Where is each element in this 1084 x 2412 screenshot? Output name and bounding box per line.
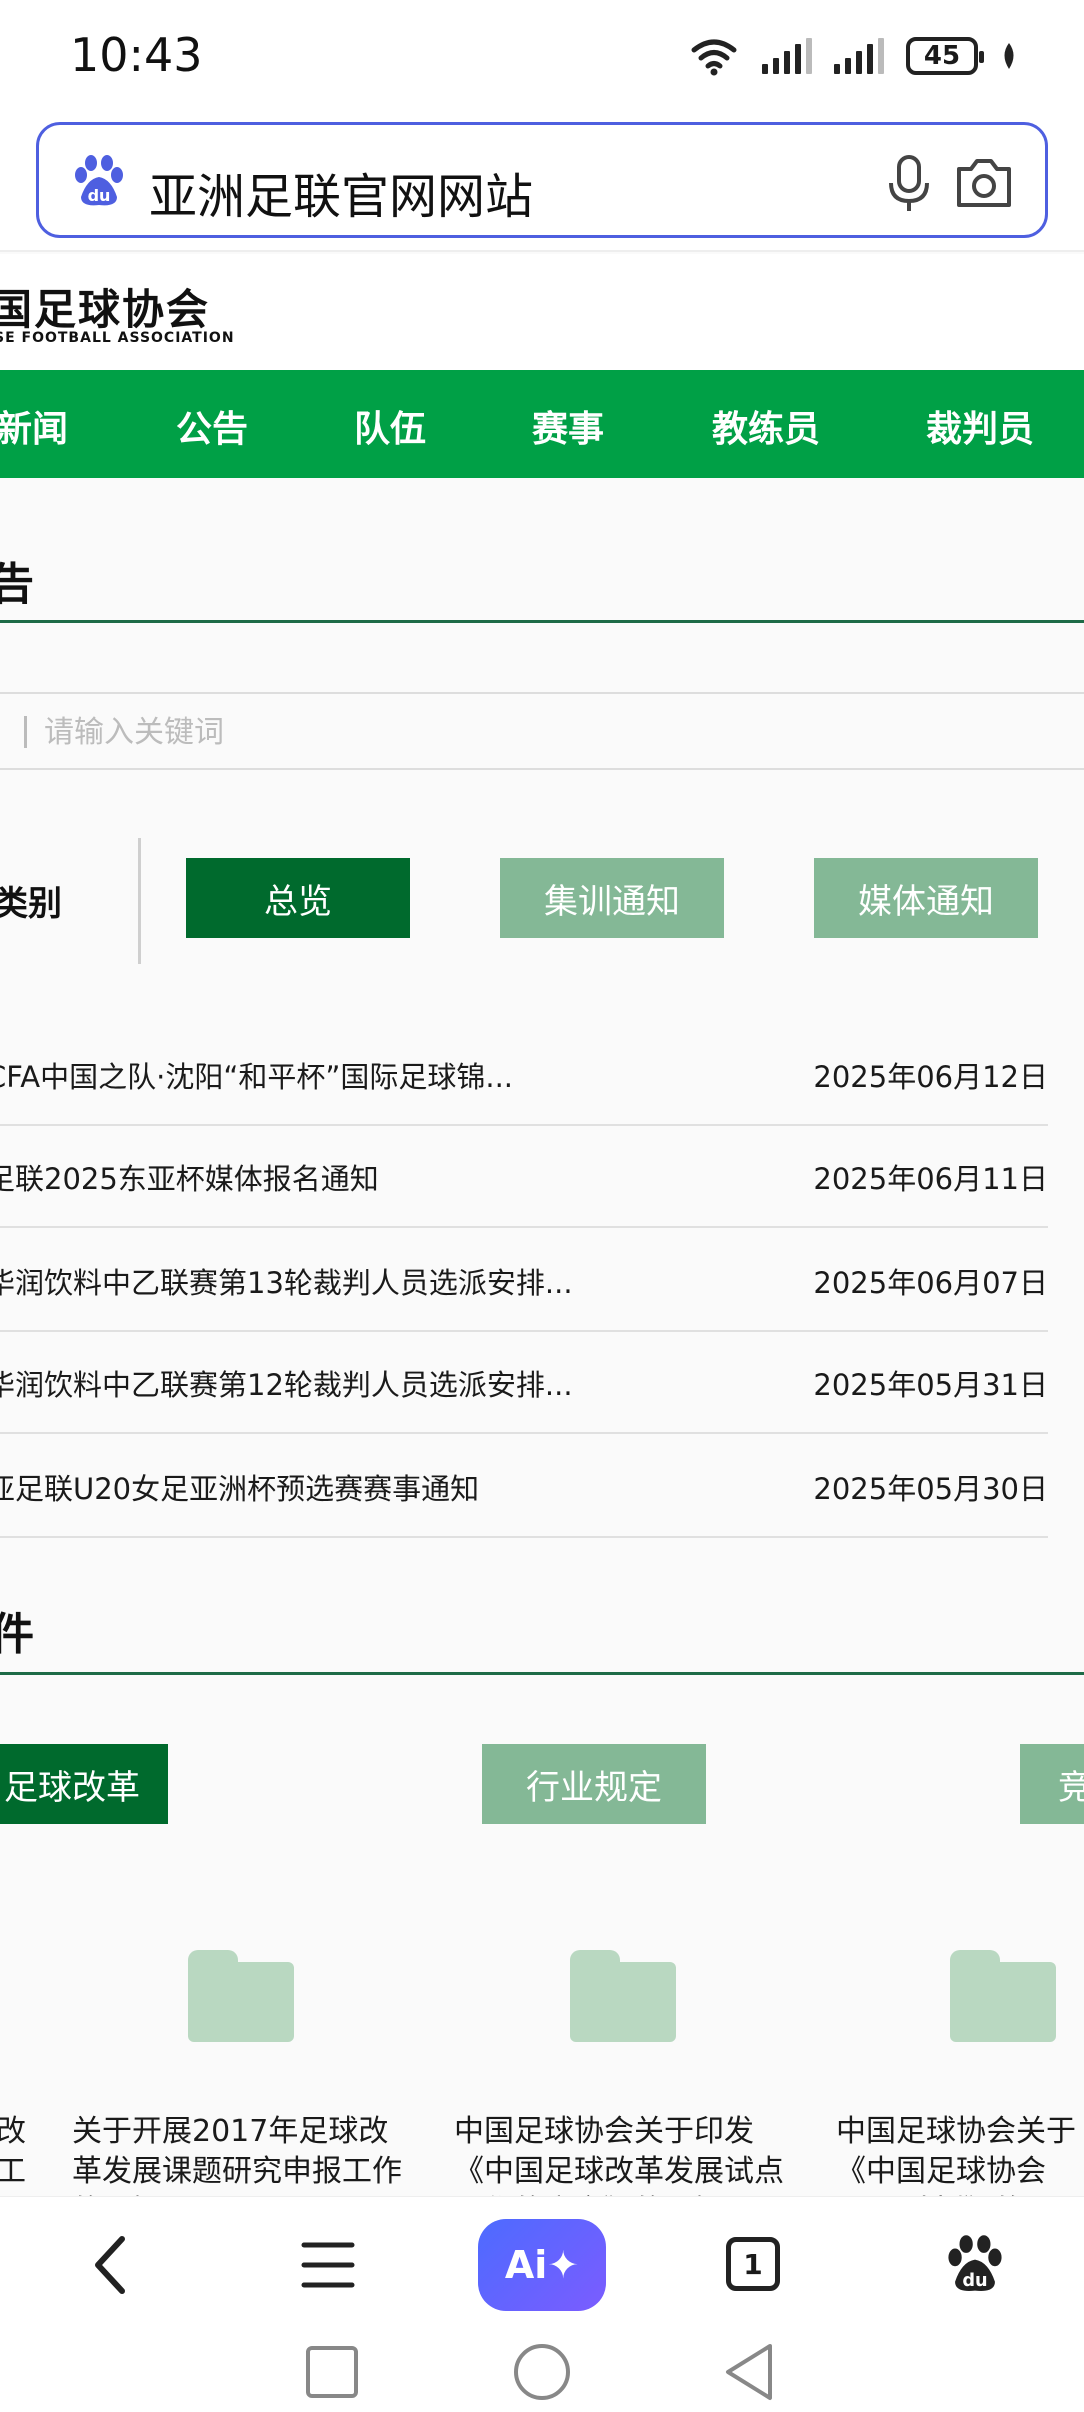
- tabs-count-button[interactable]: 1: [726, 2237, 780, 2291]
- notice-row[interactable]: 亚足联U20女足亚洲杯预选赛赛事通知 2025年05月30日: [0, 1436, 1048, 1538]
- tab-competition[interactable]: 竞: [1020, 1744, 1084, 1824]
- home-icon[interactable]: [512, 2342, 572, 2402]
- notice-row[interactable]: 华润饮料中乙联赛第13轮裁判人员选派安排... 2025年06月07日: [0, 1230, 1048, 1332]
- signal-icon: [762, 38, 812, 74]
- nav-item-matches[interactable]: 赛事: [532, 400, 604, 452]
- notice-title: 华润饮料中乙联赛第13轮裁判人员选派安排...: [0, 1266, 573, 1300]
- folder-icon: [950, 1950, 1056, 2042]
- nav-item-news[interactable]: 新闻: [0, 400, 68, 452]
- notice-date: 2025年06月07日: [813, 1266, 1048, 1300]
- folder-icon: [570, 1950, 676, 2042]
- notice-row[interactable]: 足联2025东亚杯媒体报名通知 2025年06月11日: [0, 1126, 1048, 1228]
- microphone-icon[interactable]: [879, 151, 939, 215]
- baidu-logo-icon: du: [75, 155, 123, 206]
- baidu-paw-icon[interactable]: du: [944, 2233, 1006, 2295]
- status-icons: 45: [688, 32, 1018, 80]
- browser-search-area: du 亚洲足联官网网站: [0, 112, 1084, 252]
- menu-icon[interactable]: [300, 2239, 356, 2291]
- system-nav-bar: [0, 2332, 1084, 2412]
- documents-title-rule: [0, 1672, 1084, 1675]
- browser-bottom-bar: Ai✦ 1 du: [0, 2196, 1084, 2332]
- document-title[interactable]: 改工: [0, 2112, 26, 2200]
- notices-section-title: 告: [0, 559, 34, 610]
- nav-item-coaches[interactable]: 教练员: [712, 400, 820, 452]
- camera-icon[interactable]: [951, 151, 1017, 215]
- nav-item-teams[interactable]: 队伍: [354, 400, 426, 452]
- notice-row[interactable]: 华润饮料中乙联赛第12轮裁判人员选派安排... 2025年05月31日: [0, 1332, 1048, 1434]
- document-title[interactable]: 关于开展2017年足球改革发展课题研究申报工作的通知: [72, 2112, 412, 2200]
- back-icon[interactable]: [84, 2233, 140, 2297]
- site-logo-text[interactable]: 国足球协会: [0, 276, 210, 337]
- nav-item-announcements[interactable]: 公告: [176, 400, 248, 452]
- keyword-search-row: [0, 692, 1084, 770]
- status-bar: 10:43 45: [0, 0, 1084, 112]
- notices-title-rule: [0, 620, 1084, 623]
- status-time: 10:43: [70, 28, 203, 82]
- keyword-input[interactable]: [44, 710, 744, 754]
- leaf-icon: [1004, 43, 1014, 69]
- notice-title: 亚足联U20女足亚洲杯预选赛赛事通知: [0, 1472, 480, 1506]
- category-label: 类别: [0, 884, 62, 924]
- search-query: 亚洲足联官网网站: [149, 169, 534, 225]
- notice-title: 足联2025东亚杯媒体报名通知: [0, 1162, 379, 1196]
- category-divider: [138, 838, 141, 964]
- documents-section-title: 件: [0, 1609, 34, 1660]
- folder-icon: [188, 1950, 294, 2042]
- notice-title: 华润饮料中乙联赛第12轮裁判人员选派安排...: [0, 1368, 573, 1402]
- nav-item-referees[interactable]: 裁判员: [926, 400, 1034, 452]
- main-nav: 新闻 公告 队伍 赛事 教练员 裁判员: [0, 370, 1084, 478]
- notice-date: 2025年05月30日: [813, 1472, 1048, 1506]
- svg-text:du: du: [88, 186, 111, 205]
- recent-apps-icon[interactable]: [304, 2344, 360, 2400]
- battery-icon: 45: [906, 37, 984, 75]
- document-title[interactable]: 中国足球协会关于印发《中国足球改革发展试点工作的方案》的通知: [454, 2112, 794, 2200]
- search-input[interactable]: du 亚洲足联官网网站: [36, 122, 1048, 238]
- system-back-icon[interactable]: [722, 2342, 778, 2402]
- ai-assistant-button[interactable]: Ai✦: [478, 2219, 606, 2311]
- tab-industry-regulations[interactable]: 行业规定: [482, 1744, 706, 1824]
- tab-media-notice[interactable]: 媒体通知: [814, 858, 1038, 938]
- signal-icon-2: [834, 38, 884, 74]
- svg-text:du: du: [962, 2271, 987, 2291]
- tab-overview[interactable]: 总览: [186, 858, 410, 938]
- notice-date: 2025年05月31日: [813, 1368, 1048, 1402]
- site-logo-subtext: SE FOOTBALL ASSOCIATION: [0, 330, 235, 346]
- document-title[interactable]: 中国足球协会关于《中国足球协会20动计划》的通知: [836, 2112, 1084, 2200]
- notice-row[interactable]: CFA中国之队·沈阳“和平杯”国际足球锦... 2025年06月12日: [0, 1024, 1048, 1126]
- wifi-icon: [691, 39, 737, 76]
- notice-date: 2025年06月11日: [813, 1162, 1048, 1196]
- notice-title: CFA中国之队·沈阳“和平杯”国际足球锦...: [0, 1060, 514, 1094]
- keyword-divider: [24, 716, 27, 748]
- notice-date: 2025年06月12日: [813, 1060, 1048, 1094]
- tab-training-notice[interactable]: 集训通知: [500, 858, 724, 938]
- site-header: 国足球协会 SE FOOTBALL ASSOCIATION: [0, 254, 1084, 370]
- tab-football-reform[interactable]: 足球改革: [0, 1744, 168, 1824]
